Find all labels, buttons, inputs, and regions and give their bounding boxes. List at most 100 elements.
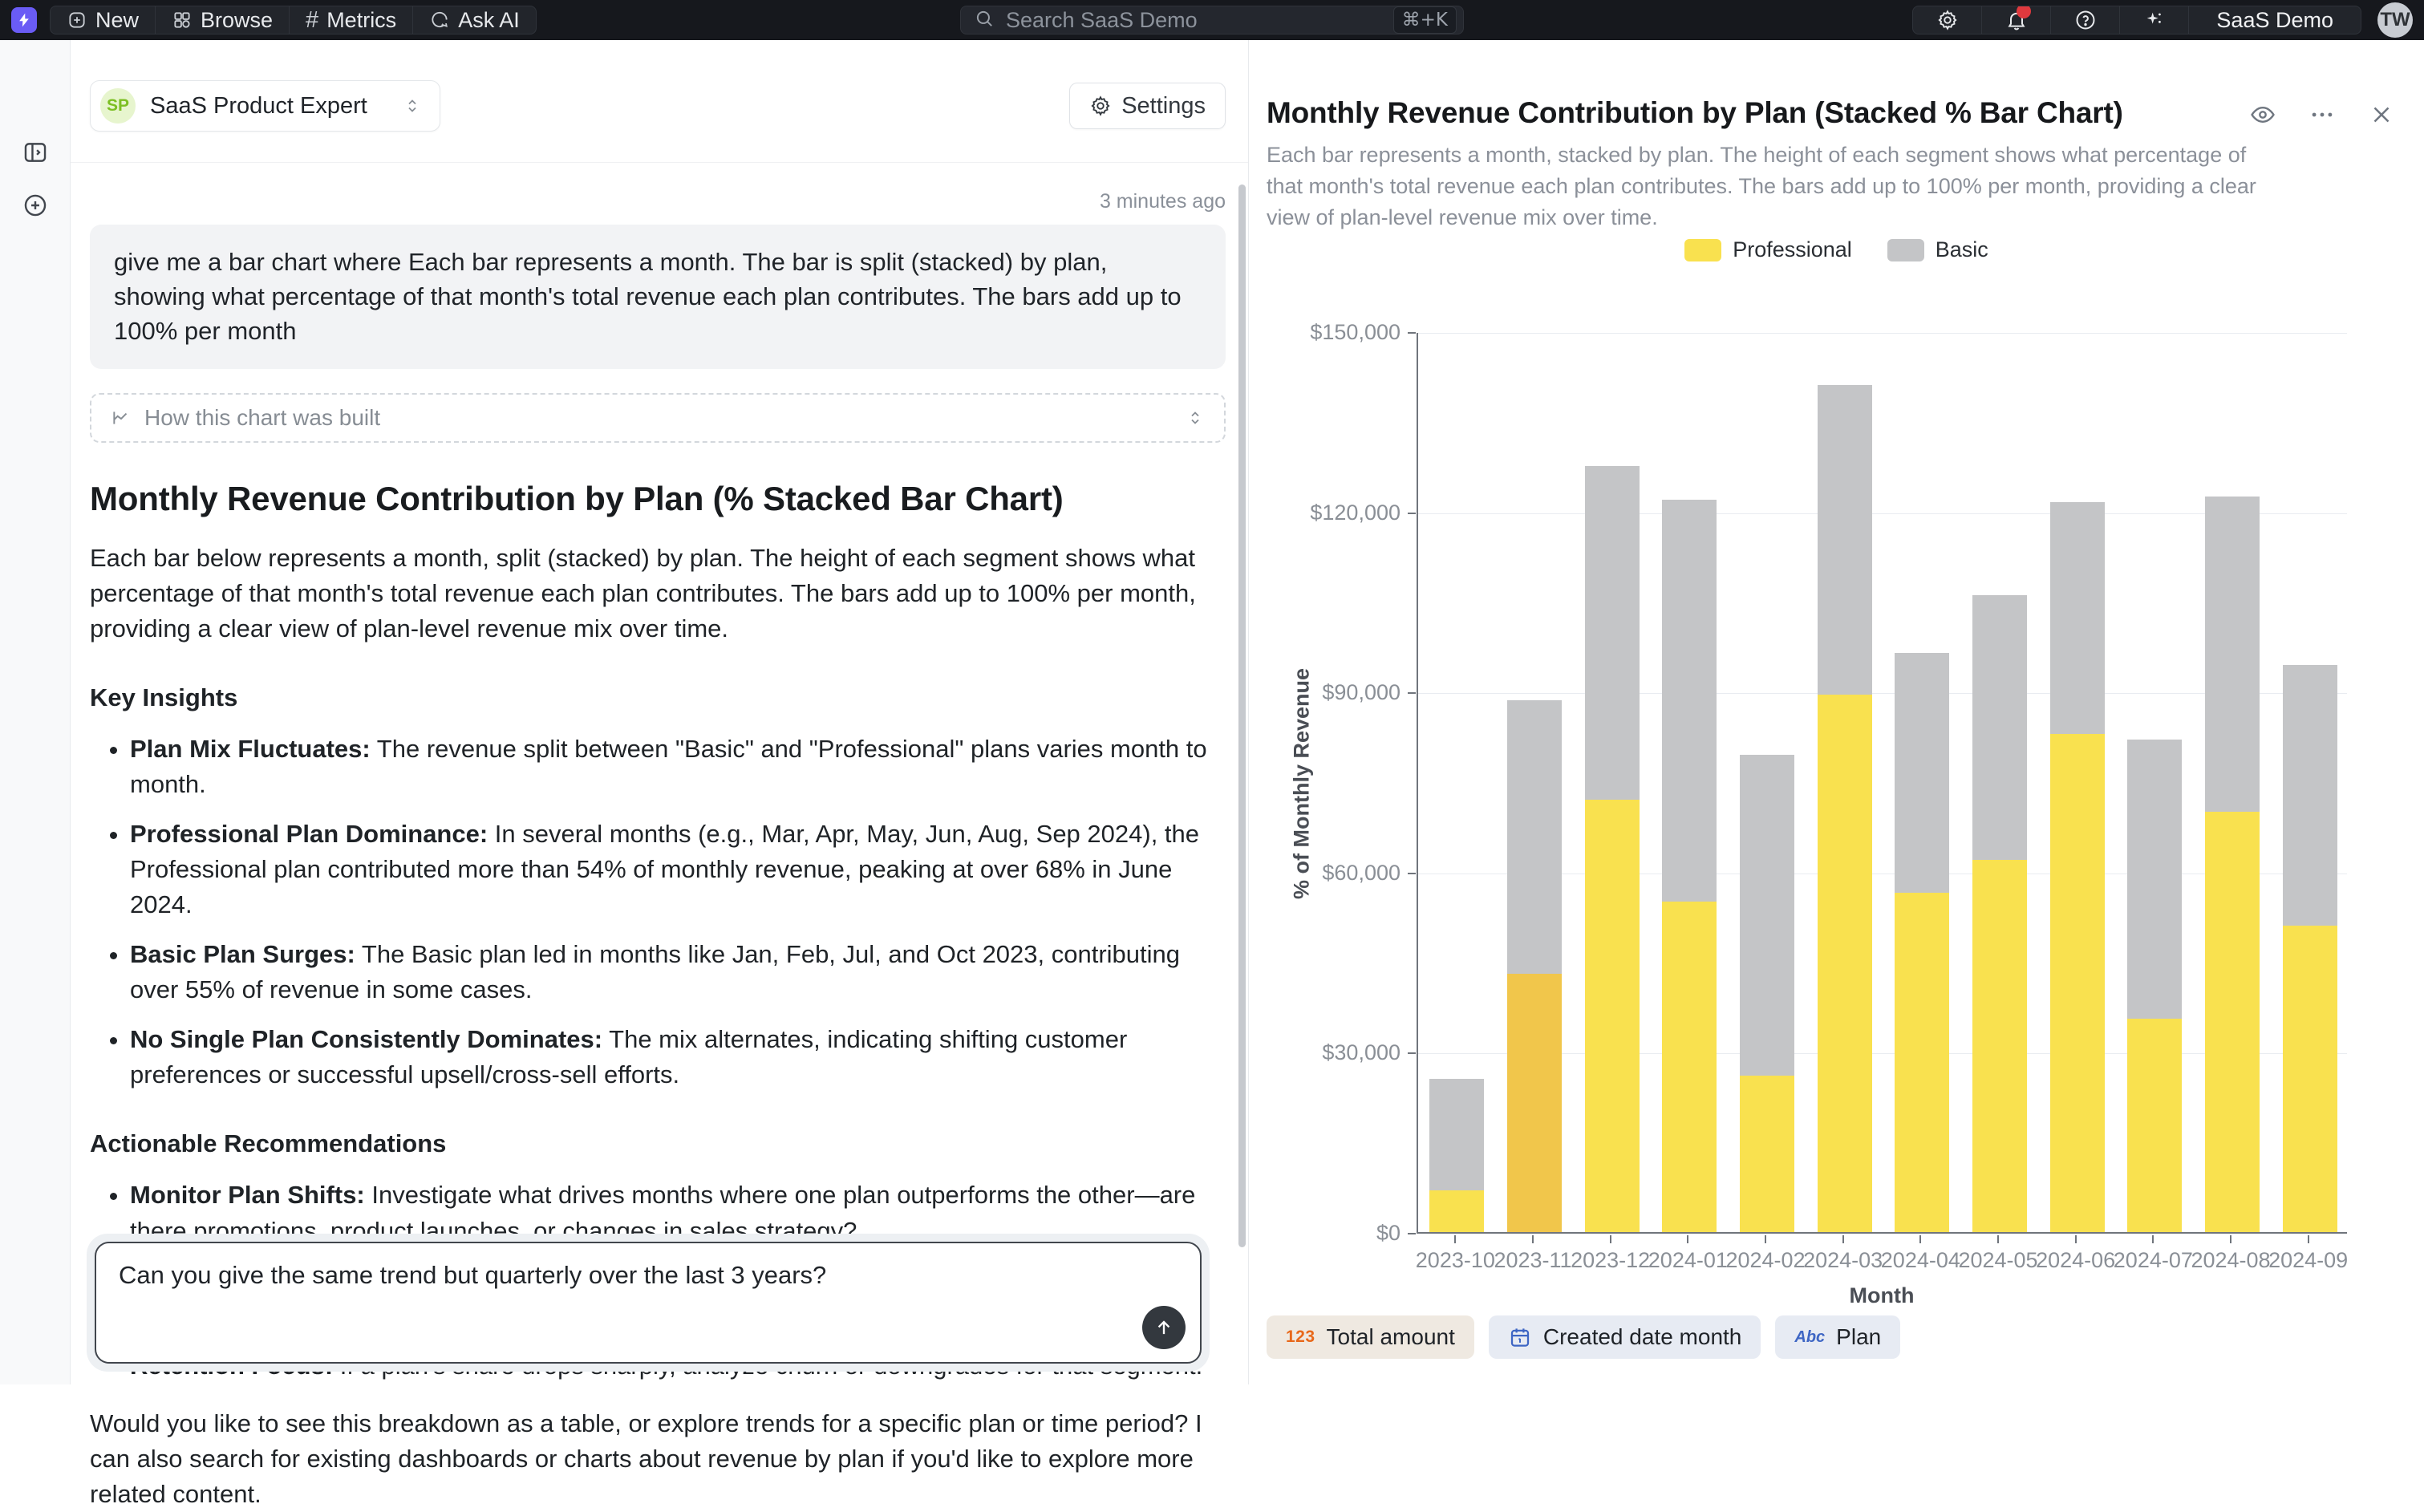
- response-title: Monthly Revenue Contribution by Plan (% …: [90, 480, 1226, 518]
- user-message-bubble: give me a bar chart where Each bar repre…: [90, 225, 1226, 369]
- grid-icon: [172, 10, 193, 30]
- chat-star-icon: [429, 10, 450, 30]
- abc-icon: Abc: [1794, 1328, 1825, 1347]
- chat-input[interactable]: Can you give the same trend but quarterl…: [95, 1242, 1202, 1364]
- new-button[interactable]: New: [51, 6, 156, 34]
- ai-sparkles-button[interactable]: [2120, 6, 2189, 34]
- stacked-bar-chart: % of Monthly Revenue Month $0$30,000$60,…: [1249, 40, 2424, 1384]
- bar-segment-basic-2024-07[interactable]: [2127, 740, 2182, 1019]
- bar-segment-basic-2024-03[interactable]: [1818, 385, 1872, 695]
- x-axis-tick: [1687, 1235, 1688, 1243]
- x-axis-tick: [1532, 1235, 1534, 1243]
- y-axis-tick-label: $120,000: [1264, 501, 1400, 525]
- workspace-label: SaaS Demo: [2216, 8, 2333, 33]
- bar-segment-basic-2024-08[interactable]: [2205, 497, 2260, 812]
- calendar-icon: [1508, 1325, 1532, 1349]
- chat-scrollbar[interactable]: [1238, 184, 1246, 1247]
- bar-segment-basic-2023-11[interactable]: [1507, 700, 1562, 974]
- y-axis-tick: [1408, 1233, 1416, 1234]
- x-axis-title: Month: [1850, 1283, 1915, 1308]
- search-icon: [974, 8, 995, 33]
- bar-segment-professional-2023-12[interactable]: [1585, 800, 1640, 1232]
- bar-segment-professional-2024-02[interactable]: [1740, 1076, 1794, 1232]
- global-search-input[interactable]: Search SaaS Demo ⌘+K: [960, 6, 1464, 34]
- chip-total-amount-label: Total amount: [1327, 1324, 1455, 1350]
- settings-gear-button[interactable]: [1913, 6, 1982, 34]
- arrow-up-icon: [1153, 1316, 1175, 1339]
- response-outro: Would you like to see this breakdown as …: [90, 1406, 1226, 1512]
- bar-segment-basic-2024-04[interactable]: [1895, 653, 1949, 893]
- response-bullet: No Single Plan Consistently Dominates: T…: [130, 1022, 1226, 1092]
- y-axis-tick-label: $90,000: [1264, 680, 1400, 705]
- bar-segment-professional-2024-03[interactable]: [1818, 695, 1872, 1232]
- search-placeholder: Search SaaS Demo: [1006, 8, 1393, 33]
- workspace-button[interactable]: SaaS Demo: [2189, 6, 2361, 34]
- app-logo-lightning-icon[interactable]: [11, 7, 37, 33]
- y-axis-tick: [1408, 1052, 1416, 1054]
- response-bullet-list: Plan Mix Fluctuates: The revenue split b…: [90, 732, 1226, 1092]
- user-avatar[interactable]: TW: [2377, 2, 2413, 38]
- agent-selector[interactable]: SP SaaS Product Expert: [90, 80, 440, 132]
- browse-button[interactable]: Browse: [156, 6, 290, 34]
- bar-segment-basic-2023-12[interactable]: [1585, 466, 1640, 800]
- bar-segment-professional-2024-01[interactable]: [1662, 902, 1717, 1232]
- new-thread-plus-icon[interactable]: [18, 188, 53, 223]
- bar-segment-basic-2024-02[interactable]: [1740, 755, 1794, 1076]
- composer-container: Can you give the same trend but quarterl…: [87, 1234, 1210, 1372]
- chat-input-value[interactable]: Can you give the same trend but quarterl…: [119, 1261, 1178, 1290]
- bar-segment-professional-2024-06[interactable]: [2050, 734, 2105, 1232]
- x-axis-tick: [2308, 1235, 2309, 1243]
- x-axis-tick: [2075, 1235, 2077, 1243]
- bar-segment-basic-2023-10[interactable]: [1429, 1079, 1484, 1190]
- agent-settings-button[interactable]: Settings: [1069, 83, 1226, 129]
- field-chips: 123 Total amount Created date month Abc …: [1267, 1315, 1900, 1359]
- bar-segment-professional-2023-11[interactable]: [1507, 974, 1562, 1232]
- chip-total-amount[interactable]: 123 Total amount: [1267, 1315, 1474, 1359]
- response-bullet: Professional Plan Dominance: In several …: [130, 817, 1226, 922]
- left-rail: [0, 40, 71, 1384]
- bar-segment-basic-2024-05[interactable]: [1972, 595, 2027, 859]
- y-axis-tick: [1408, 873, 1416, 874]
- response-bullet: Plan Mix Fluctuates: The revenue split b…: [130, 732, 1226, 802]
- ask-ai-button[interactable]: Ask AI: [413, 6, 536, 34]
- utility-nav-group: SaaS Demo: [1912, 6, 2361, 34]
- agent-name: SaaS Product Expert: [150, 93, 367, 120]
- send-button[interactable]: [1142, 1306, 1186, 1349]
- chip-created-date-month-label: Created date month: [1543, 1324, 1742, 1350]
- bar-segment-professional-2024-04[interactable]: [1895, 893, 1949, 1232]
- bar-segment-basic-2024-06[interactable]: [2050, 502, 2105, 733]
- bar-segment-basic-2024-09[interactable]: [2283, 665, 2337, 926]
- ask-ai-label: Ask AI: [458, 8, 520, 33]
- bar-segment-professional-2024-07[interactable]: [2127, 1019, 2182, 1232]
- agent-avatar: SP: [100, 88, 136, 124]
- help-button[interactable]: [2051, 6, 2120, 34]
- chat-panel: SP SaaS Product Expert Settings 3 minute…: [71, 40, 1248, 1384]
- chat-header: SP SaaS Product Expert Settings: [71, 40, 1248, 163]
- bar-segment-basic-2024-01[interactable]: [1662, 500, 1717, 902]
- y-axis-tick-label: $0: [1264, 1221, 1400, 1246]
- toggle-sidebar-icon[interactable]: [18, 135, 53, 170]
- chip-created-date-month[interactable]: Created date month: [1489, 1315, 1761, 1359]
- x-axis-tick: [1919, 1235, 1921, 1243]
- x-axis-tick: [1610, 1235, 1611, 1243]
- chart-artifact-panel: Monthly Revenue Contribution by Plan (St…: [1248, 40, 2424, 1384]
- bar-segment-professional-2023-10[interactable]: [1429, 1190, 1484, 1232]
- how-chart-built-toggle[interactable]: How this chart was built: [90, 393, 1226, 443]
- chip-plan-label: Plan: [1836, 1324, 1881, 1350]
- response-intro: Each bar below represents a month, split…: [90, 541, 1226, 647]
- bar-segment-professional-2024-09[interactable]: [2283, 926, 2337, 1232]
- collapse-label: How this chart was built: [144, 405, 380, 431]
- chip-plan[interactable]: Abc Plan: [1775, 1315, 1900, 1359]
- bar-segment-professional-2024-05[interactable]: [1972, 860, 2027, 1232]
- x-axis-tick: [2152, 1235, 2154, 1243]
- chart-line-icon: [111, 407, 132, 428]
- metrics-button[interactable]: # Metrics: [290, 6, 413, 34]
- gear-icon: [1089, 95, 1112, 117]
- response-bullet: Basic Plan Surges: The Basic plan led in…: [130, 937, 1226, 1007]
- notifications-bell-button[interactable]: [1982, 6, 2051, 34]
- y-axis-tick-label: $150,000: [1264, 320, 1400, 345]
- x-axis-tick: [1997, 1235, 1999, 1243]
- chevron-updown-icon: [403, 96, 422, 116]
- y-axis-tick: [1408, 692, 1416, 694]
- bar-segment-professional-2024-08[interactable]: [2205, 812, 2260, 1232]
